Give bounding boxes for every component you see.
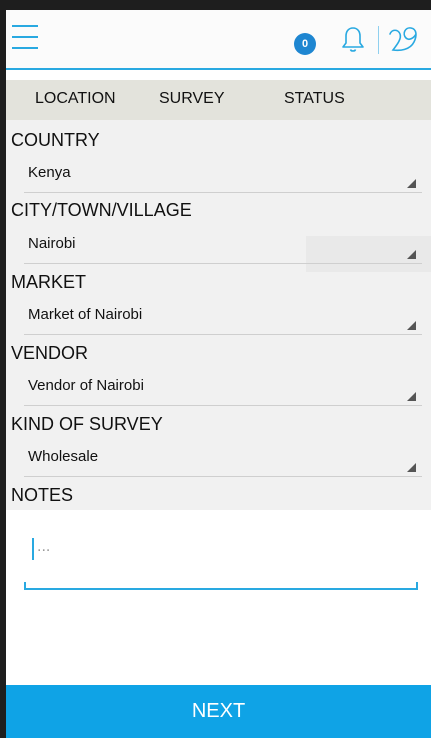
dropdown-arrow-icon — [407, 179, 416, 188]
dropdown-arrow-icon — [407, 392, 416, 401]
city-label: CITY/TOWN/VILLAGE — [11, 200, 192, 220]
tab-bar: LOCATION SURVEY STATUS — [6, 80, 431, 120]
toolbar-divider — [378, 26, 379, 54]
dropdown-arrow-icon — [407, 321, 416, 330]
top-app-bar: 0 — [6, 10, 431, 70]
market-dropdown[interactable]: Market of Nairobi — [24, 300, 422, 335]
city-dropdown[interactable]: Nairobi — [24, 229, 422, 264]
dropdown-arrow-icon — [407, 463, 416, 472]
app-screen: 0 LOCATION SURVEY STATUS COUNTRY Kenya C… — [6, 10, 431, 738]
swirl-logo-icon[interactable] — [386, 24, 422, 56]
vendor-value: Vendor of Nairobi — [28, 377, 144, 394]
text-cursor — [32, 538, 34, 560]
survey-kind-dropdown[interactable]: Wholesale — [24, 442, 422, 477]
notes-underline — [24, 588, 418, 590]
country-dropdown[interactable]: Kenya — [24, 158, 422, 193]
dropdown-arrow-icon — [407, 250, 416, 259]
city-value: Nairobi — [28, 235, 76, 252]
tab-survey[interactable]: SURVEY — [159, 80, 225, 120]
tab-location[interactable]: LOCATION — [35, 80, 116, 120]
notes-input[interactable]: ... — [24, 528, 418, 590]
survey-kind-label: KIND OF SURVEY — [11, 414, 163, 434]
next-button[interactable]: NEXT — [6, 685, 431, 738]
notes-placeholder: ... — [37, 538, 51, 555]
notes-label: NOTES — [11, 485, 74, 505]
tab-status[interactable]: STATUS — [284, 80, 345, 120]
vendor-dropdown[interactable]: Vendor of Nairobi — [24, 371, 422, 406]
market-label: MARKET — [11, 272, 87, 292]
country-value: Kenya — [28, 164, 71, 181]
country-label: COUNTRY — [11, 130, 100, 150]
vendor-label: VENDOR — [11, 343, 89, 363]
menu-icon[interactable] — [12, 23, 38, 53]
market-value: Market of Nairobi — [28, 306, 143, 323]
bell-icon[interactable] — [340, 25, 366, 55]
survey-kind-value: Wholesale — [28, 448, 99, 465]
notification-count-badge[interactable]: 0 — [294, 33, 316, 55]
